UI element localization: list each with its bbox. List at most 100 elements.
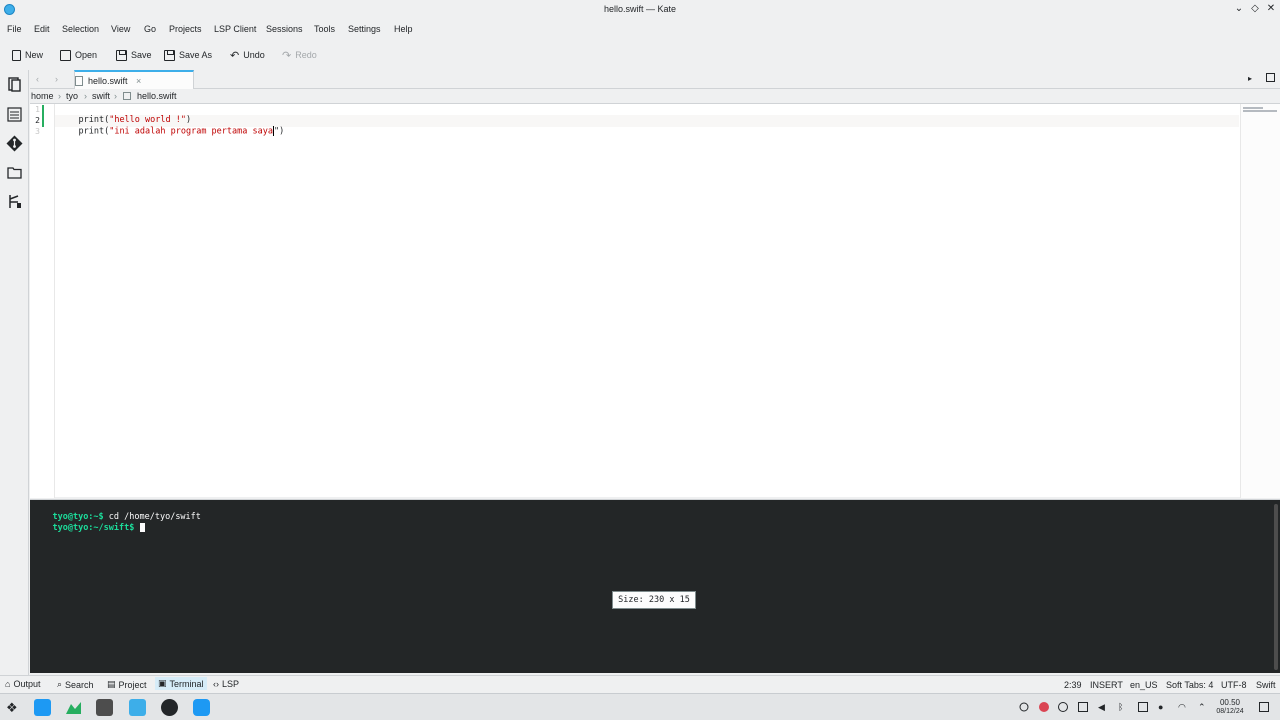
lsp-icon: ‹›: [213, 679, 219, 689]
redo-button[interactable]: ↷ Redo: [282, 47, 317, 63]
minimap-line: [1243, 107, 1263, 109]
status-cursor-position[interactable]: 2:39: [1064, 680, 1082, 690]
tab-list-icon[interactable]: ▸: [1248, 74, 1252, 83]
save-as-button[interactable]: Save As: [164, 47, 212, 63]
tab-close-icon[interactable]: ×: [136, 76, 141, 86]
menu-tools[interactable]: Tools: [314, 24, 335, 34]
terminal-scrollbar[interactable]: [1274, 504, 1278, 670]
clipboard-icon[interactable]: [1078, 702, 1088, 712]
file-manager-icon[interactable]: [129, 699, 146, 716]
bluetooth-icon[interactable]: ᛒ: [1118, 702, 1128, 712]
breadcrumb-separator: ›: [58, 91, 61, 101]
minimize-icon[interactable]: ⌄: [1233, 3, 1245, 15]
search-icon: ⌕: [57, 679, 63, 689]
terminal-panel[interactable]: tyo@tyo:~$ cd /home/tyo/swift tyo@tyo:~/…: [30, 499, 1280, 673]
status-encoding[interactable]: UTF-8: [1221, 680, 1247, 690]
menu-go[interactable]: Go: [144, 24, 156, 34]
show-desktop-icon[interactable]: [1259, 702, 1269, 712]
tab-bar: ‹ › hello.swift × ▸: [30, 70, 1280, 89]
maximize-icon[interactable]: ◇: [1249, 3, 1261, 15]
panel-search[interactable]: ⌕ Search: [57, 679, 94, 690]
save-as-icon: [164, 49, 175, 61]
terminal-icon: ▣: [158, 678, 167, 688]
forward-arrow-icon[interactable]: ›: [55, 74, 58, 84]
breadcrumb-separator: ›: [114, 91, 117, 101]
status-indentation[interactable]: Soft Tabs: 4: [1166, 680, 1213, 690]
undo-button[interactable]: ↶ Undo: [230, 47, 265, 63]
undo-icon: ↶: [230, 49, 240, 62]
line-number-gutter[interactable]: 1 2 3: [30, 104, 55, 498]
taskbar: ❖ ◀ ᛒ ● ◠ ⌃ 00.50 08/12/24: [0, 693, 1280, 720]
menu-selection[interactable]: Selection: [62, 24, 99, 34]
panel-project[interactable]: ▤ Project: [107, 679, 147, 690]
kate-taskbar-icon[interactable]: [193, 699, 210, 716]
menu-lsp-client[interactable]: LSP Client: [214, 24, 256, 34]
terminal-app-icon[interactable]: [96, 699, 113, 716]
close-icon[interactable]: ✕: [1265, 3, 1277, 15]
panel-lsp[interactable]: ‹› LSP: [213, 679, 239, 689]
back-arrow-icon[interactable]: ‹: [36, 74, 39, 84]
menu-file[interactable]: File: [7, 24, 22, 34]
line-number: 1: [35, 105, 40, 114]
display-icon[interactable]: [1138, 702, 1148, 712]
panel-terminal[interactable]: ▣ Terminal: [155, 677, 207, 690]
terminal-cursor: [139, 523, 145, 532]
notification-icon[interactable]: [1019, 702, 1029, 712]
tab-hello-swift[interactable]: hello.swift ×: [74, 70, 194, 89]
line-number: 2: [35, 116, 40, 125]
left-sidebar: [0, 70, 29, 676]
open-button[interactable]: Open: [60, 47, 97, 63]
desktop-pager-icon[interactable]: [34, 699, 51, 716]
menu-edit[interactable]: Edit: [34, 24, 50, 34]
volume-icon[interactable]: ◀: [1098, 702, 1108, 712]
terminal-size-tooltip: Size: 230 x 15: [612, 591, 696, 609]
system-monitor-icon[interactable]: [65, 699, 82, 716]
menu-view[interactable]: View: [111, 24, 130, 34]
breadcrumb-separator: ›: [84, 91, 87, 101]
git-icon[interactable]: [6, 135, 23, 152]
menu-settings[interactable]: Settings: [348, 24, 381, 34]
symbols-icon[interactable]: [6, 106, 23, 123]
record-icon[interactable]: [1039, 702, 1049, 712]
breadcrumb-file-icon: [123, 92, 131, 100]
breadcrumb-file[interactable]: hello.swift: [137, 91, 177, 101]
status-input-mode[interactable]: INSERT: [1090, 680, 1123, 690]
status-dictionary[interactable]: en_US: [1130, 680, 1158, 690]
modified-line-marker: [42, 105, 44, 127]
status-language[interactable]: Swift: [1256, 680, 1276, 690]
menu-projects[interactable]: Projects: [169, 24, 202, 34]
new-button[interactable]: New: [12, 47, 43, 63]
breadcrumb: home › tyo › swift › hello.swift: [30, 90, 1280, 102]
open-folder-icon: [60, 49, 71, 61]
menu-bar: File Edit Selection View Go Projects LSP…: [0, 20, 1280, 38]
app-launcher-icon[interactable]: ❖: [6, 700, 18, 716]
panel-output[interactable]: ⌂ Output: [5, 679, 40, 689]
bottom-bar: ⌂ Output ⌕ Search ▤ Project ▣ Terminal ‹› LSP…: [0, 675, 1280, 692]
menu-sessions[interactable]: Sessions: [266, 24, 303, 34]
update-icon[interactable]: [1058, 702, 1068, 712]
project-icon: ▤: [107, 679, 116, 689]
wifi-icon[interactable]: ◠: [1178, 702, 1188, 712]
tray-expand-icon[interactable]: ⌃: [1198, 702, 1208, 712]
breadcrumb-tyo[interactable]: tyo: [66, 91, 78, 101]
code-editor[interactable]: 1 2 3 print("hello world !") print("ini …: [30, 103, 1280, 498]
line-number: 3: [35, 127, 40, 136]
clock[interactable]: 00.50 08/12/24: [1213, 698, 1247, 716]
code-line-2: print("ini adalah program pertama saya"): [78, 126, 285, 137]
minimap[interactable]: [1240, 104, 1280, 498]
new-document-icon: [12, 49, 21, 61]
title-bar: hello.swift — Kate ⌄ ◇ ✕: [0, 0, 1280, 19]
documents-icon[interactable]: [6, 76, 23, 93]
split-view-icon[interactable]: [1266, 73, 1275, 82]
projects-icon[interactable]: [6, 193, 23, 210]
microphone-icon[interactable]: ●: [1158, 702, 1168, 712]
output-icon: ⌂: [5, 679, 11, 689]
breadcrumb-home[interactable]: home: [31, 91, 54, 101]
minimap-line: [1243, 110, 1277, 112]
menu-help[interactable]: Help: [394, 24, 413, 34]
file-icon: [75, 76, 83, 86]
save-button[interactable]: Save: [116, 47, 152, 63]
filesystem-browser-icon[interactable]: [6, 164, 23, 181]
browser-icon[interactable]: [161, 699, 178, 716]
breadcrumb-swift[interactable]: swift: [92, 91, 110, 101]
